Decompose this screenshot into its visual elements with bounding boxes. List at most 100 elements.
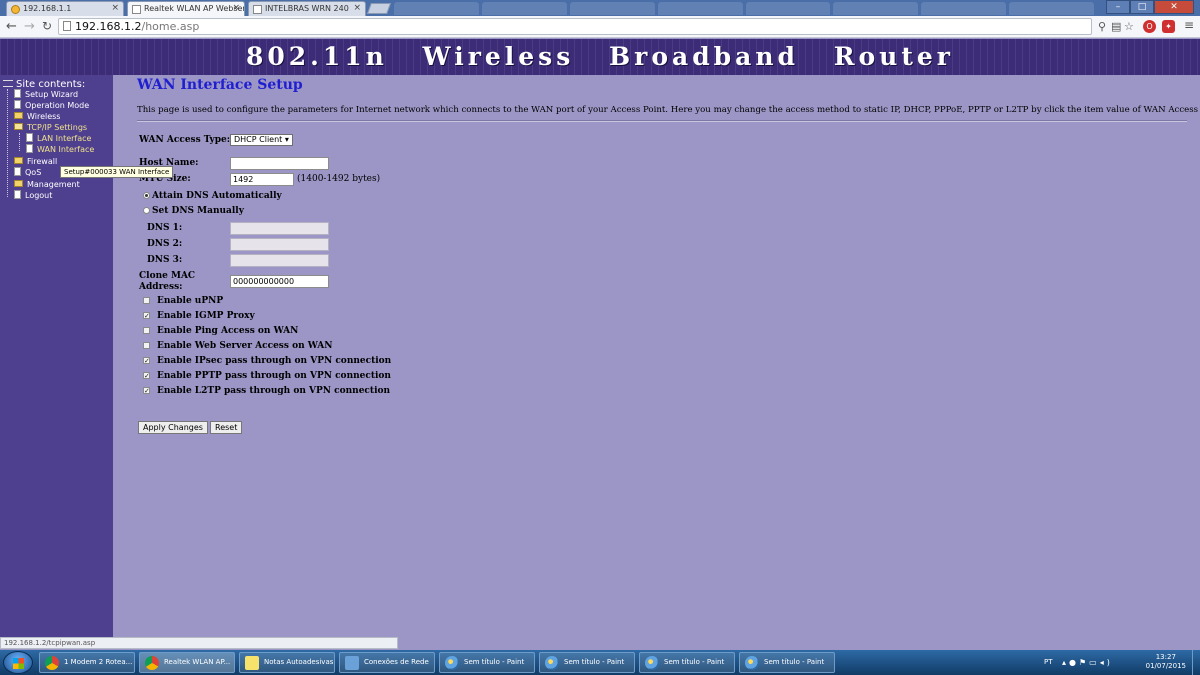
enable-ping-wan-label: Enable Ping Access on WAN [157,326,299,336]
tab-close-icon[interactable]: × [232,3,240,13]
taskbar-item-paint-1[interactable]: Sem título - Paint [439,652,535,673]
extension-icon[interactable]: ✦ [1162,20,1175,33]
sidebar-item-wireless[interactable]: Wireless [14,111,60,122]
paint-icon [545,656,559,670]
enable-ping-wan-checkbox[interactable] [143,327,150,334]
language-indicator[interactable]: PT [1044,658,1053,666]
clock[interactable]: 13:27 01/07/2015 [1146,653,1186,671]
background-tab[interactable] [921,2,1007,15]
network-tray-icon[interactable]: ▭ [1089,658,1100,667]
start-button[interactable] [3,651,33,674]
background-tab[interactable] [394,2,479,15]
page-icon [26,133,33,142]
background-tab[interactable] [569,2,655,15]
background-tab[interactable] [1009,2,1094,15]
menu-icon[interactable]: ≡ [1184,18,1194,32]
wan-access-type-select[interactable]: DHCP Client ▾ [230,134,293,146]
folder-icon [14,180,23,187]
dns1-input[interactable] [230,222,329,235]
dns2-label: DNS 2: [147,239,183,249]
host-name-input[interactable] [230,157,329,170]
reset-button[interactable]: Reset [210,421,243,434]
background-tab[interactable] [657,2,743,15]
network-icon [345,656,359,670]
maximize-button[interactable]: □ [1130,0,1154,14]
sidebar-item-operation-mode[interactable]: Operation Mode [14,100,89,111]
set-dns-manual-radio[interactable] [143,207,150,214]
page-description: This page is used to configure the param… [137,105,1200,115]
background-tab[interactable] [833,2,919,15]
enable-ipsec-passthrough-checkbox[interactable]: ✓ [143,357,150,365]
browser-tab-1[interactable]: 192.168.1.1 × [6,1,124,16]
minimize-button[interactable]: – [1106,0,1130,14]
browser-status-bar: 192.168.1.2/tcpipwan.asp [0,637,398,649]
back-arrow-icon[interactable]: ← [6,19,17,34]
taskbar-item-label: Sem título - Paint [664,658,725,666]
attain-dns-auto-radio[interactable] [143,192,150,199]
sidebar-item-setup-wizard[interactable]: Setup Wizard [14,89,78,100]
sidebar-item-wan-interface[interactable]: WAN Interface [26,144,94,155]
taskbar-item-chrome-1[interactable]: 1 Modem 2 Rotea... [39,652,135,673]
mtu-size-input[interactable]: 1492 [230,173,294,186]
tab-close-icon[interactable]: × [353,3,361,13]
sidebar-tooltip: Setup#000033 WAN Interface [60,166,174,178]
page-icon [14,190,21,199]
enable-pptp-passthrough-label: Enable PPTP pass through on VPN connecti… [157,371,391,381]
flag-icon[interactable]: ⚑ [1079,658,1089,667]
background-tab[interactable] [745,2,831,15]
taskbar-item-chrome-2[interactable]: Realtek WLAN AP... [139,652,235,673]
enable-l2tp-passthrough-checkbox[interactable]: ✓ [143,387,150,395]
sidebar-item-logout[interactable]: Logout [14,190,52,201]
close-window-button[interactable]: ✕ [1154,0,1194,14]
warning-icon [11,5,20,14]
browser-tab-3[interactable]: INTELBRAS WRN 240 × [248,1,366,16]
enable-upnp-checkbox[interactable] [143,297,150,304]
taskbar-item-paint-2[interactable]: Sem título - Paint [539,652,635,673]
browser-tab-title: Realtek WLAN AP Webser [144,4,245,13]
sidebar-item-qos[interactable]: QoS [14,167,41,178]
taskbar-item-label: Realtek WLAN AP... [164,658,231,666]
dns2-input[interactable] [230,238,329,251]
taskbar-item-paint-4[interactable]: Sem título - Paint [739,652,835,673]
sidebar-item-tcpip-settings[interactable]: TCP/IP Settings [14,122,87,133]
page-title: WAN Interface Setup [137,77,303,93]
taskbar-item-network-connections[interactable]: Conexões de Rede [339,652,435,673]
browser-tabstrip: 192.168.1.1 × Realtek WLAN AP Webser × I… [0,0,1200,17]
banner-title: 802.11n Wireless Broadband Router [246,42,954,71]
tab-close-icon[interactable]: × [111,3,119,13]
browser-tab-2[interactable]: Realtek WLAN AP Webser × [127,1,245,17]
page-icon [14,167,21,176]
window-controls: – □ ✕ [1106,0,1194,14]
new-tab-button[interactable] [366,3,392,14]
taskbar-item-paint-3[interactable]: Sem título - Paint [639,652,735,673]
sticky-notes-icon [245,656,259,670]
show-hidden-icons-icon[interactable]: ▴ [1062,658,1069,667]
show-desktop-button[interactable] [1192,650,1200,675]
apply-changes-button[interactable]: Apply Changes [138,421,208,434]
taskbar-item-sticky-notes[interactable]: Notas Autoadesivas [239,652,335,673]
background-tab[interactable] [481,2,567,15]
opera-icon[interactable]: O [1143,20,1156,33]
enable-pptp-passthrough-checkbox[interactable]: ✓ [143,372,150,380]
dns3-input[interactable] [230,254,329,267]
forward-arrow-icon[interactable]: → [24,19,35,34]
page-icon [14,100,21,109]
bookmark-star-icon[interactable]: ☆ [1124,20,1134,33]
enable-web-server-wan-checkbox[interactable] [143,342,150,349]
address-bar[interactable]: 192.168.1.2/home.asp [58,18,1092,35]
browser-toolbar: ← → ↻ 192.168.1.2/home.asp ⚲ ▤ ☆ O ✦ ≡ [0,16,1200,38]
clone-mac-input[interactable]: 000000000000 [230,275,329,288]
sidebar-item-lan-interface[interactable]: LAN Interface [26,133,91,144]
clock-date: 01/07/2015 [1145,662,1186,670]
sidebar-item-management[interactable]: Management [14,179,80,190]
translate-icon[interactable]: ▤ [1111,20,1121,33]
paint-icon [645,656,659,670]
enable-igmp-proxy-checkbox[interactable]: ✓ [143,312,150,320]
tray-app-icon[interactable]: ● [1069,658,1079,667]
filter-icon[interactable]: ⚲ [1098,20,1106,33]
background-tabs [394,2,1094,15]
sidebar-item-firewall[interactable]: Firewall [14,156,57,167]
volume-icon[interactable]: ◂) [1100,658,1113,667]
wan-setup-content: WAN Interface Setup This page is used to… [113,75,1200,637]
reload-icon[interactable]: ↻ [42,19,52,33]
